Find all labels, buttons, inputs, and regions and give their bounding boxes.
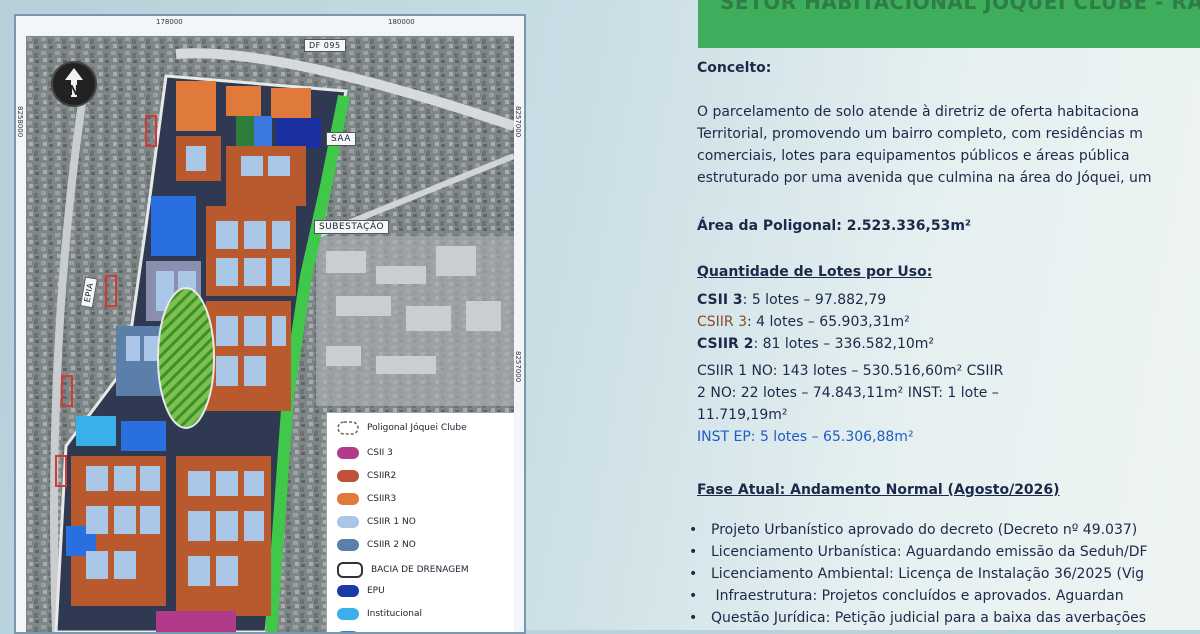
legend-item: CSIIR 2 NO bbox=[337, 539, 416, 551]
concept-heading: Concelto: bbox=[697, 60, 772, 76]
legend-swatch-icon bbox=[337, 562, 363, 578]
status-bullet: Projeto Urbanístico aprovado do decreto … bbox=[689, 522, 1137, 538]
legend-swatch-icon bbox=[337, 585, 359, 597]
legend-label: BACIA DE DRENAGEM bbox=[371, 565, 469, 575]
banner-title: SETOR HABITACIONAL JÓQUEI CLUBE - RA VIC bbox=[720, 0, 1200, 14]
legend-item-poligonal: Poligonal Jóquei Clube bbox=[337, 421, 467, 435]
coord-top-1: 178000 bbox=[156, 18, 183, 26]
concept-line: estruturado por uma avenida que culmina … bbox=[697, 170, 1152, 186]
status-bullet: Licenciamento Ambiental: Licença de Inst… bbox=[689, 566, 1144, 582]
legend-item: CSII 3 bbox=[337, 447, 393, 459]
map-panel: 178000 180000 8258000 8257000 8257000 N … bbox=[14, 14, 526, 634]
legend-item: CSIIR 1 NO bbox=[337, 516, 416, 528]
legend-item: EPU bbox=[337, 585, 385, 597]
substation-label: SUBESTAÇÃO bbox=[314, 220, 390, 234]
legend-swatch-icon bbox=[337, 516, 359, 528]
svg-text:N: N bbox=[69, 84, 80, 99]
legend-title: Poligonal Jóquei Clube bbox=[367, 423, 467, 433]
legend-item: BACIA DE DRENAGEM bbox=[337, 562, 469, 578]
status-bullet: Licenciamento Urbanística: Aguardando em… bbox=[689, 544, 1148, 560]
legend-label: EPU bbox=[367, 586, 385, 596]
lots-line: CSIIR 2: 81 lotes – 336.582,10m² bbox=[697, 336, 935, 352]
projected-slide: 178000 180000 8258000 8257000 8257000 N … bbox=[0, 0, 1200, 634]
legend-label: Institucional bbox=[367, 609, 422, 619]
phase-heading: Fase Atual: Andamento Normal (Agosto/202… bbox=[697, 482, 1060, 498]
concept-line: Territorial, promovendo um bairro comple… bbox=[697, 126, 1143, 142]
legend-swatch-icon bbox=[337, 447, 359, 459]
concept-line: comerciais, lotes para equipamentos públ… bbox=[697, 148, 1130, 164]
coord-left-1: 8258000 bbox=[16, 106, 24, 138]
saa-label: SAA bbox=[326, 132, 356, 146]
map-legend: Poligonal Jóquei Clube CSII 3 CSIIR2 CSIIR… bbox=[326, 412, 514, 632]
area-label: Área da Poligonal: 2.523.336,53m² bbox=[697, 218, 972, 234]
legend-item: CSIIR2 bbox=[337, 470, 396, 482]
legend-item: CSIIR3 bbox=[337, 493, 396, 505]
coord-right-1: 8257000 bbox=[514, 106, 522, 138]
legend-swatch-icon bbox=[337, 608, 359, 620]
lots-line: INST EP: 5 lotes – 65.306,88m² bbox=[697, 429, 914, 445]
status-bullet: Questão Jurídica: Petição judicial para … bbox=[689, 610, 1146, 626]
north-arrow-icon: N bbox=[51, 61, 97, 107]
coord-top-2: 180000 bbox=[388, 18, 415, 26]
legend-swatch-icon bbox=[337, 493, 359, 505]
legend-swatch-icon bbox=[337, 470, 359, 482]
aerial-map: N DF 095 SAA SUBESTAÇÃO EPIA Poligonal J… bbox=[26, 36, 514, 632]
lots-line: CSII 3: 5 lotes – 97.882,79 bbox=[697, 292, 887, 308]
poligonal-swatch-icon bbox=[337, 421, 359, 435]
concept-line: O parcelamento de solo atende à diretriz… bbox=[697, 104, 1140, 120]
legend-label: CSIIR 2 NO bbox=[367, 540, 416, 550]
lots-line: CSIIR 3: 4 lotes – 65.903,31m² bbox=[697, 314, 910, 330]
legend-swatch-icon bbox=[337, 631, 359, 632]
legend-label: CSIIR 1 NO bbox=[367, 517, 416, 527]
title-banner: SETOR HABITACIONAL JÓQUEI CLUBE - RA VIC bbox=[698, 0, 1200, 48]
document-text: Concelto: O parcelamento de solo atende … bbox=[697, 60, 1200, 630]
legend-item: Inst EP bbox=[337, 631, 398, 632]
legend-swatch-icon bbox=[337, 539, 359, 551]
legend-label: CSIIR3 bbox=[367, 494, 397, 504]
legend-label: CSIIR2 bbox=[367, 471, 397, 481]
legend-label: CSII 3 bbox=[367, 448, 393, 458]
lots-heading: Quantidade de Lotes por Uso: bbox=[697, 264, 933, 280]
legend-item: Institucional bbox=[337, 608, 422, 620]
road-label: DF 095 bbox=[304, 39, 346, 52]
lots-line: 2 NO: 22 lotes – 74.843,11m² INST: 1 lot… bbox=[697, 385, 999, 401]
lots-line: CSIIR 1 NO: 143 lotes – 530.516,60m² CSI… bbox=[697, 363, 1004, 379]
coord-right-2: 8257000 bbox=[514, 351, 522, 383]
lots-line: 11.719,19m² bbox=[697, 407, 788, 423]
status-bullet: Infraestrutura: Projetos concluídos e ap… bbox=[689, 588, 1123, 604]
